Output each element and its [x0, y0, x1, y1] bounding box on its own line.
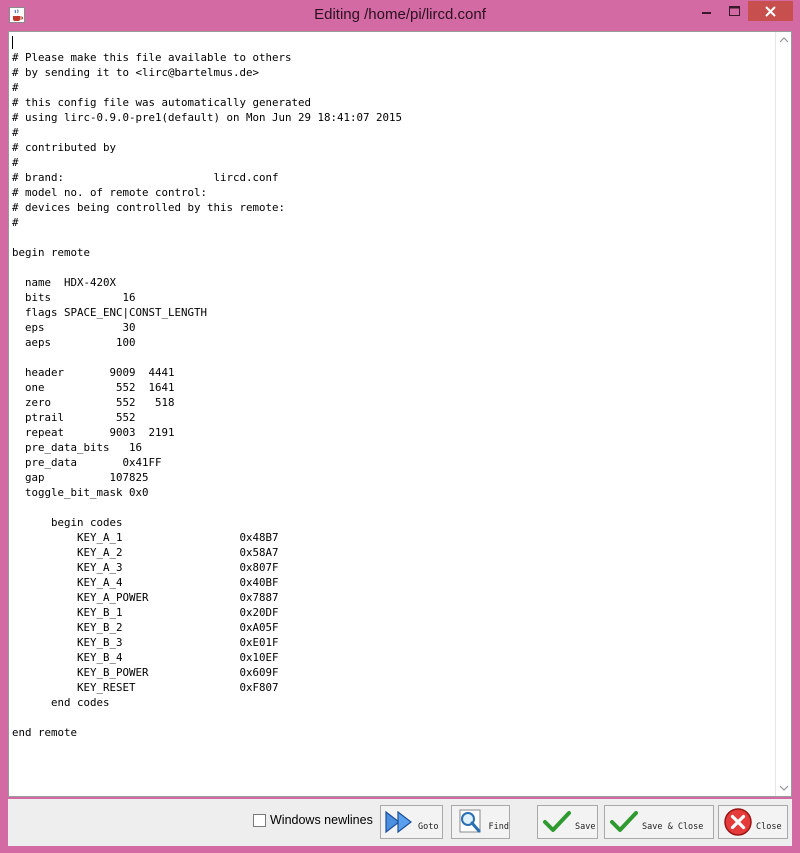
code-line: KEY_B_3 0xE01F: [12, 636, 279, 649]
close-label: Close: [756, 822, 782, 832]
vertical-scrollbar[interactable]: [775, 32, 791, 796]
window-title: Editing /home/pi/lircd.conf: [314, 6, 486, 23]
code-line: begin remote: [12, 246, 91, 259]
arrow-up-icon: [780, 37, 788, 43]
checkmark-icon: [540, 807, 574, 837]
windows-newlines-option[interactable]: Windows newlines: [253, 813, 373, 827]
code-line: #: [12, 156, 19, 169]
code-line: begin codes: [12, 516, 123, 529]
save-and-close-button[interactable]: Save & Close: [604, 805, 714, 839]
code-line: toggle_bit_mask 0x0: [12, 486, 149, 499]
code-line: # using lirc-0.9.0-pre1(default) on Mon …: [12, 111, 403, 124]
code-line: header 9009 4441: [12, 366, 175, 379]
code-line: KEY_A_1 0x48B7: [12, 531, 279, 544]
minimize-button[interactable]: [694, 1, 720, 21]
close-button[interactable]: Close: [718, 805, 788, 839]
scroll-up-button[interactable]: [776, 32, 792, 48]
text-editor[interactable]: # Please make this file available to oth…: [8, 31, 792, 797]
save-and-close-label: Save & Close: [642, 822, 704, 832]
arrow-down-icon: [780, 785, 788, 791]
code-line: end remote: [12, 726, 78, 739]
code-line: KEY_A_4 0x40BF: [12, 576, 279, 589]
code-line: #: [12, 216, 19, 229]
scroll-down-button[interactable]: [776, 780, 792, 796]
code-line: ptrail 552: [12, 411, 136, 424]
code-line: pre_data_bits 16: [12, 441, 143, 454]
code-line: # contributed by: [12, 141, 117, 154]
goto-button[interactable]: Goto: [380, 805, 443, 839]
maximize-icon: [728, 6, 740, 16]
code-line: #: [12, 81, 19, 94]
editor-window: Editing /home/pi/lircd.conf # Please mak…: [0, 0, 800, 853]
goto-arrow-icon: [383, 807, 417, 837]
code-line: # Please make this file available to oth…: [12, 51, 292, 64]
code-line: eps 30: [12, 321, 136, 334]
code-line: end codes: [12, 696, 110, 709]
code-line: KEY_B_POWER 0x609F: [12, 666, 279, 679]
code-line: # model no. of remote control:: [12, 186, 208, 199]
windows-newlines-checkbox[interactable]: [253, 813, 266, 827]
find-label: Find: [488, 822, 509, 832]
goto-label: Goto: [418, 822, 439, 832]
code-line: pre_data 0x41FF: [12, 456, 162, 469]
code-line: aeps 100: [12, 336, 136, 349]
code-line: KEY_B_1 0x20DF: [12, 606, 279, 619]
code-line: gap 107825: [12, 471, 149, 484]
text-caret: [12, 36, 13, 49]
bottom-toolbar: Windows newlines Goto Find Save Save & C…: [8, 799, 792, 846]
editor-text-area[interactable]: # Please make this file available to oth…: [12, 35, 774, 792]
code-line: bits 16: [12, 291, 136, 304]
save-button[interactable]: Save: [537, 805, 598, 839]
code-line: KEY_B_2 0xA05F: [12, 621, 279, 634]
code-line: one 552 1641: [12, 381, 175, 394]
code-line: # this config file was automatically gen…: [12, 96, 312, 109]
title-bar[interactable]: Editing /home/pi/lircd.conf: [0, 0, 800, 31]
code-line: #: [12, 126, 19, 139]
close-icon: [765, 5, 776, 17]
magnifier-icon: [454, 807, 488, 837]
cancel-x-icon: [721, 807, 755, 837]
code-line: # by sending it to <lirc@bartelmus.de>: [12, 66, 260, 79]
code-line: KEY_A_2 0x58A7: [12, 546, 279, 559]
code-line: zero 552 518: [12, 396, 175, 409]
code-line: KEY_A_3 0x807F: [12, 561, 279, 574]
close-window-button[interactable]: [748, 1, 793, 21]
minimize-icon: [702, 12, 711, 14]
find-button[interactable]: Find: [451, 805, 510, 839]
checkmark-icon: [607, 807, 641, 837]
save-label: Save: [575, 822, 596, 832]
code-line: repeat 9003 2191: [12, 426, 175, 439]
code-line: KEY_B_4 0x10EF: [12, 651, 279, 664]
code-line: KEY_A_POWER 0x7887: [12, 591, 279, 604]
code-line: name HDX-420X: [12, 276, 117, 289]
maximize-button[interactable]: [721, 1, 747, 21]
code-line: flags SPACE_ENC|CONST_LENGTH: [12, 306, 208, 319]
windows-newlines-label: Windows newlines: [270, 813, 373, 827]
code-line: KEY_RESET 0xF807: [12, 681, 279, 694]
code-line: # devices being controlled by this remot…: [12, 201, 286, 214]
code-line: # brand: lircd.conf: [12, 171, 279, 184]
